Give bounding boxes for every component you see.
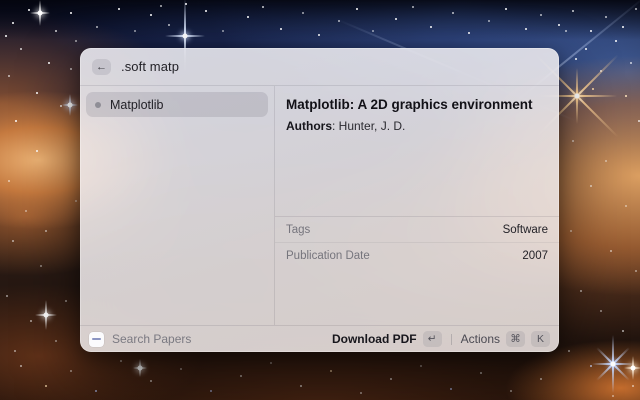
paper-title: Matplotlib: A 2D graphics environment [286, 95, 548, 114]
authors-label: Authors [286, 119, 332, 133]
authors-value: : Hunter, J. D. [332, 119, 405, 133]
metadata-row-publication-date: Publication Date 2007 [275, 242, 559, 268]
action-bar: Search Papers Download PDF ↵ Actions ⌘ K [80, 325, 559, 352]
back-arrow-icon: ← [96, 61, 107, 73]
list-item-label: Matplotlib [110, 98, 164, 112]
metadata-section: Tags Software Publication Date 2007 [275, 216, 559, 268]
list-item-matplotlib[interactable]: Matplotlib [86, 92, 268, 117]
starfield-layer-2 [0, 0, 2, 2]
command-key-icon: ⌘ [506, 331, 525, 347]
metadata-row-tags: Tags Software [275, 217, 559, 242]
download-pdf-label: Download PDF [332, 332, 417, 346]
metadata-label: Tags [286, 224, 310, 236]
actions-button[interactable]: Actions ⌘ K [461, 331, 550, 347]
search-papers-window: ← .soft matp Matplotlib Matplotlib: A 2D… [80, 48, 559, 352]
search-header: ← .soft matp [80, 48, 559, 86]
footer-divider [451, 334, 452, 345]
detail-pane: Matplotlib: A 2D graphics environment Au… [275, 86, 559, 325]
metadata-label: Publication Date [286, 250, 370, 262]
actions-label: Actions [461, 332, 500, 346]
search-input[interactable]: .soft matp [121, 59, 179, 74]
k-key-icon: K [531, 331, 550, 347]
bullet-dot-icon [95, 102, 101, 108]
metadata-value: 2007 [522, 250, 548, 262]
back-button[interactable]: ← [92, 59, 111, 75]
paper-authors: Authors: Hunter, J. D. [286, 118, 548, 135]
download-pdf-button[interactable]: Download PDF ↵ [332, 331, 442, 347]
extension-icon [89, 332, 104, 347]
metadata-value: Software [503, 224, 548, 236]
results-list: Matplotlib [80, 86, 275, 325]
extension-name: Search Papers [112, 332, 324, 346]
return-key-icon: ↵ [423, 331, 442, 347]
